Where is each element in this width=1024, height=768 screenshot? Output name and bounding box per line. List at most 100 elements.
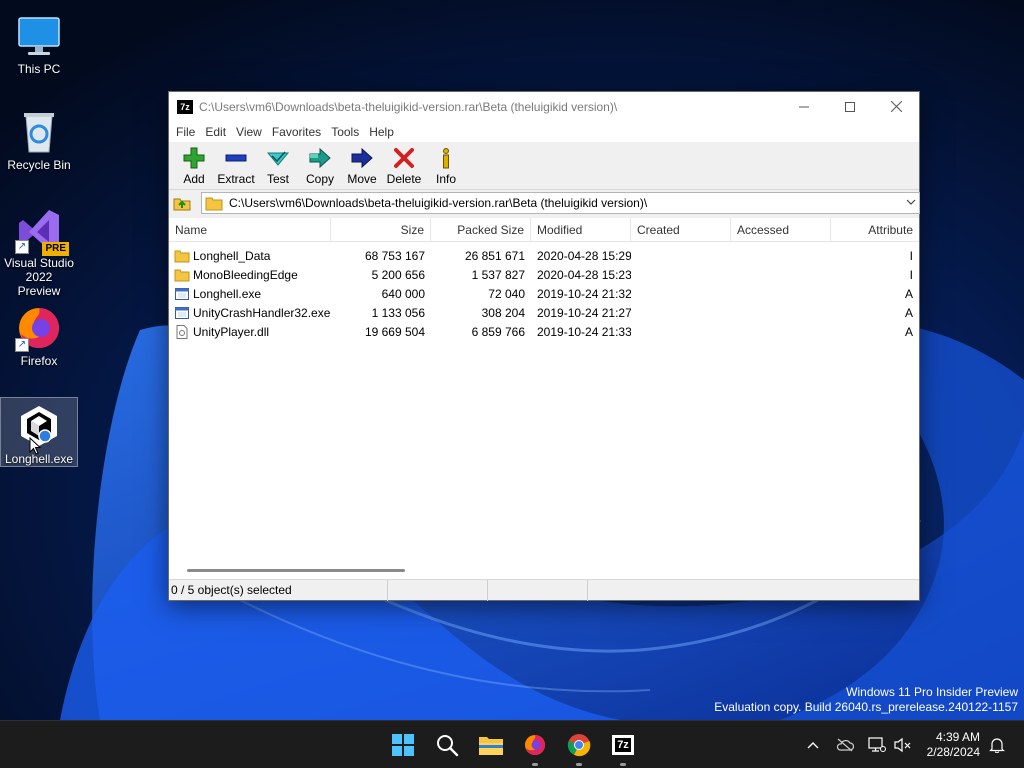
toolbar: Add Extract Test Copy Move Delete Info [169,142,919,190]
shortcut-arrow-icon: ↗ [15,240,29,254]
up-folder-button[interactable] [169,191,195,215]
chrome-icon [567,734,591,757]
title-bar[interactable]: 7z C:\Users\vm6\Downloads\beta-theluigik… [169,92,919,121]
test-button[interactable]: Test [257,142,299,188]
file-packed-size: 26 851 671 [464,248,525,263]
list-rows: Longhell_Data 68 753 167 26 851 671 2020… [169,242,919,341]
clock[interactable]: 4:39 AM 2/28/2024 [927,730,980,760]
menu-favorites[interactable]: Favorites [267,125,326,139]
column-header-attributes[interactable]: Attribute [831,218,919,242]
file-modified: 2020-04-28 15:23 [537,267,631,282]
column-header-accessed[interactable]: Accessed [731,218,831,242]
up-folder-icon [173,198,191,211]
maximize-button[interactable] [827,92,873,121]
file-name: Longhell.exe [193,286,262,301]
file-packed-size: 1 537 827 [471,267,525,282]
file-modified: 2019-10-24 21:33 [537,324,631,339]
7zip-file-manager-window: 7z C:\Users\vm6\Downloads\beta-theluigik… [168,91,920,601]
start-button[interactable] [387,729,419,761]
taskbar: 7z 4:39 AM 2/28/2024 [0,720,1024,768]
desktop-icon-label: Visual Studio 2022 Preview [4,256,74,298]
desktop-icon-firefox[interactable]: ↗ Firefox [0,300,78,370]
desktop-icon-visual-studio[interactable]: PRE ↗ Visual Studio 2022 Preview [0,202,78,298]
firefox-icon: ↗ [15,304,63,352]
file-modified: 2020-04-28 15:29 [537,248,631,263]
path-combobox[interactable]: C:\Users\vm6\Downloads\beta-theluigikid-… [201,192,920,214]
onedrive-button[interactable] [835,735,855,755]
clock-time: 4:39 AM [935,730,980,744]
list-item[interactable]: UnityCrashHandler32.exe 1 133 056 308 20… [169,303,919,322]
desktop-icon-longhell[interactable]: Longhell.exe [0,397,78,467]
minimize-icon [799,106,809,107]
watermark-line: Evaluation copy. Build 26040.rs_prerelea… [714,700,1018,714]
chrome-taskbar-button[interactable] [563,729,595,766]
close-button[interactable] [873,92,919,121]
search-button[interactable] [431,729,463,761]
info-icon [443,148,449,169]
file-size: 5 200 656 [371,267,425,282]
menu-bar: File Edit View Favorites Tools Help [169,121,919,142]
list-item[interactable]: MonoBleedingEdge 5 200 656 1 537 827 202… [169,265,919,284]
desktop-icon-label: This PC [17,62,61,76]
firefox-taskbar-button[interactable] [519,729,551,766]
watermark-line: Windows 11 Pro Insider Preview [846,685,1018,699]
desktop-icon-this-pc[interactable]: This PC [0,8,78,78]
file-packed-size: 6 859 766 [471,324,525,339]
folder-icon [205,197,223,211]
firefox-icon [525,735,545,755]
7zip-app-icon: 7z [177,99,193,114]
minimize-button[interactable] [781,92,827,121]
file-modified: 2019-10-24 21:32 [537,286,631,301]
volume-button[interactable] [893,735,913,755]
visual-studio-icon: PRE ↗ [15,206,69,256]
column-header-created[interactable]: Created [631,218,731,242]
list-item[interactable]: Longhell.exe 640 000 72 040 2019-10-24 2… [169,284,919,303]
add-icon [183,147,205,169]
move-label: Move [347,172,377,186]
column-header-modified[interactable]: Modified [531,218,631,242]
file-explorer-button[interactable] [475,729,507,761]
copy-button[interactable]: Copy [299,142,341,188]
file-attributes: I [909,248,913,263]
column-header-packed-size[interactable]: Packed Size [431,218,531,242]
notifications-button[interactable] [987,735,1007,755]
show-hidden-icons-button[interactable] [803,735,823,755]
folder-icon [174,269,190,281]
column-header-size[interactable]: Size [331,218,431,242]
info-label: Info [435,172,456,186]
network-button[interactable] [867,735,887,755]
desktop-icon-recycle-bin[interactable]: Recycle Bin [0,104,78,174]
file-list: Name Size Packed Size Modified Created A… [169,218,919,563]
status-segment [388,580,488,601]
chevron-up-icon [807,742,819,749]
file-attributes: A [904,286,913,301]
info-button[interactable]: Info [425,142,467,188]
7zip-icon-label: 7z [615,738,631,752]
status-selection: 0 / 5 object(s) selected [169,580,388,601]
status-segment [588,580,919,601]
menu-tools[interactable]: Tools [326,125,364,139]
speaker-muted-icon [894,737,911,753]
test-label: Test [266,172,289,186]
list-item[interactable]: Longhell_Data 68 753 167 26 851 671 2020… [169,246,919,265]
file-size: 19 669 504 [364,324,425,339]
file-attributes: A [904,324,913,339]
scrollbar-thumb[interactable] [187,569,405,572]
add-button[interactable]: Add [173,142,215,188]
extract-button[interactable]: Extract [215,142,257,188]
chevron-down-icon[interactable] [906,197,916,207]
list-item[interactable]: UnityPlayer.dll 19 669 504 6 859 766 201… [169,322,919,341]
move-button[interactable]: Move [341,142,383,188]
horizontal-scrollbar[interactable] [169,563,919,579]
menu-edit[interactable]: Edit [200,125,231,139]
menu-help[interactable]: Help [364,125,399,139]
column-header-name[interactable]: Name [169,218,331,242]
exe-file-icon [175,287,189,300]
menu-view[interactable]: View [231,125,267,139]
maximize-icon [845,101,855,112]
extract-icon [225,154,247,162]
menu-file[interactable]: File [171,125,200,139]
delete-button[interactable]: Delete [383,142,425,188]
file-attributes: A [904,305,913,320]
7zip-taskbar-button[interactable]: 7z [607,729,639,766]
